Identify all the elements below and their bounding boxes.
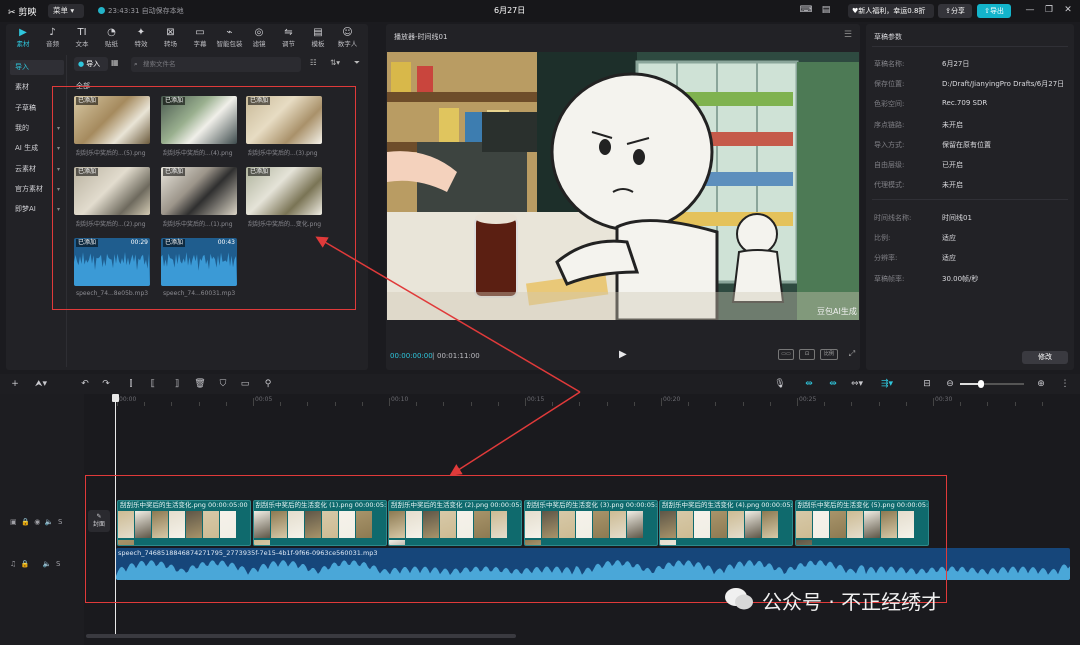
wechat-watermark: 公众号 · 不正经绣才 (762, 590, 942, 614)
wechat-icon (725, 588, 753, 610)
arrow-to-timeline (449, 391, 581, 476)
annotation-arrows (315, 236, 581, 476)
arrow-to-media (315, 236, 581, 393)
